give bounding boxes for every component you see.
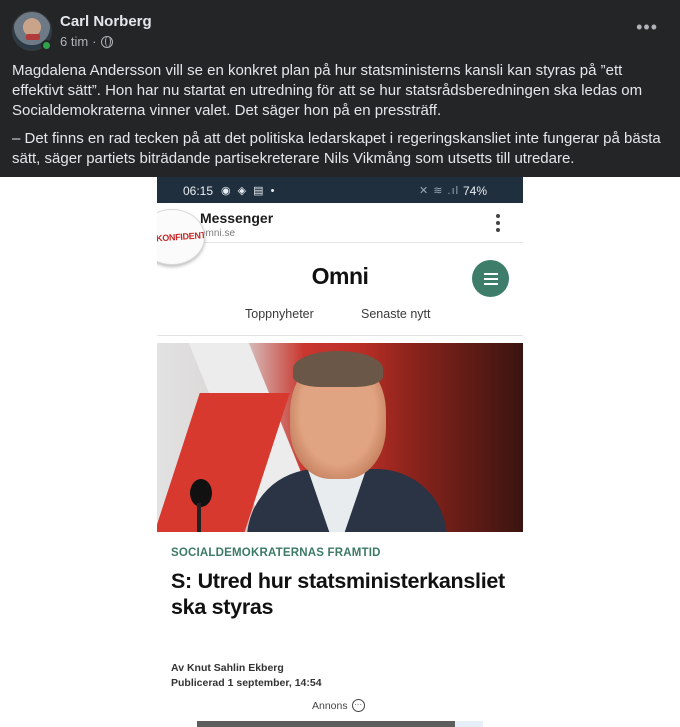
tab-toppnyheter[interactable]: Toppnyheter [245,307,314,321]
statusbar-time: 06:15 [183,184,214,198]
ad-label-text: Annons [312,699,348,712]
signal-icons: ✕ ≋ .ıl [419,185,460,197]
ad-label: Annons ··· [312,699,365,712]
post-time[interactable]: 6 tim [60,34,88,49]
omni-header: Omni Toppnyheter Senaste nytt [157,243,523,336]
dots-icon[interactable]: ··· [351,699,365,712]
tab-senaste-nytt[interactable]: Senaste nytt [361,307,431,321]
post-meta: 6 tim · [60,34,113,49]
article-headline[interactable]: S: Utred hur statsministerkansliet ska s… [171,568,511,620]
post-body: Magdalena Andersson vill se en konkret p… [12,61,668,177]
phone-statusbar: 06:15 ◉ ◈ ▤ • ✕ ≋ .ıl 74% [157,177,523,203]
post-author[interactable]: Carl Norberg [60,13,152,30]
article-author: Av Knut Sahlin Ekberg [171,662,284,674]
shared-screenshot[interactable]: 06:15 ◉ ◈ ▤ • ✕ ≋ .ıl 74% Messenger omni… [157,177,523,727]
ad-banner[interactable] [197,721,483,727]
article-byline: Av Knut Sahlin Ekberg Publicerad 1 septe… [171,661,322,691]
globe-icon [100,35,113,48]
online-status-icon [41,40,52,51]
menu-icon[interactable] [472,260,509,297]
facebook-post: Carl Norberg 6 tim · ••• Magdalena Ander… [0,0,680,177]
messenger-title: Messenger [200,210,274,226]
messenger-browser-bar: Messenger omni.se [157,203,523,243]
meta-separator: · [92,34,97,49]
article-published: Publicerad 1 september, 14:54 [171,677,322,689]
more-options-icon[interactable]: ••• [636,18,658,36]
article-kicker[interactable]: SOCIALDEMOKRATERNAS FRAMTID [171,547,381,559]
battery-level: 74% [463,184,488,198]
kebab-menu-icon[interactable] [495,213,501,233]
sticker-label: KONFIDENTIELLT [157,228,205,244]
article-photo[interactable] [157,343,523,532]
omni-logo[interactable]: Omni [157,263,523,290]
messenger-url: omni.se [200,228,236,239]
post-paragraph: Magdalena Andersson vill se en konkret p… [12,62,643,119]
notification-icons: ◉ ◈ ▤ • [221,185,277,197]
post-paragraph: – Det finns en rad tecken på att det pol… [12,130,661,167]
